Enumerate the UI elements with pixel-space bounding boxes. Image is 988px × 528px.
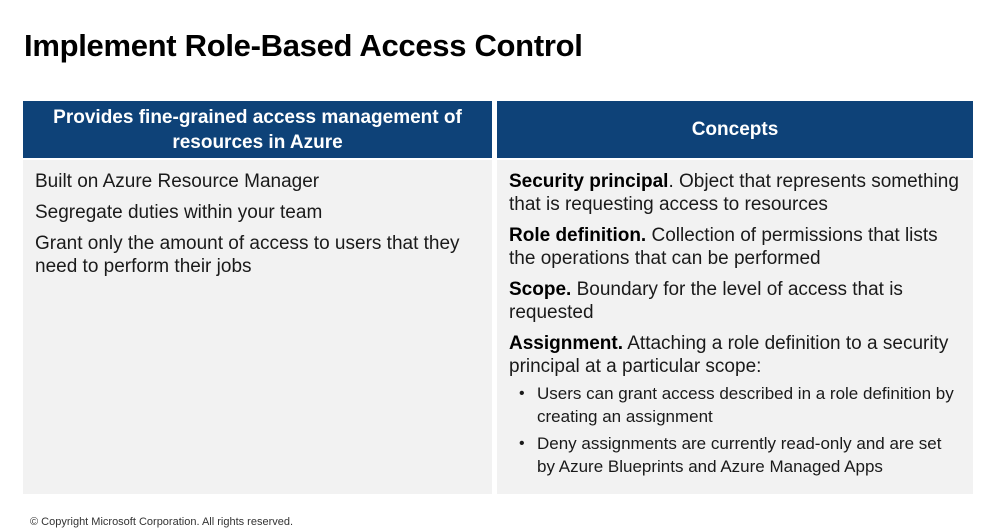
assignment-bullets: Users can grant access described in a ro… (509, 382, 961, 478)
bullet-item: Deny assignments are currently read-only… (509, 432, 961, 478)
concept-term: Security principal (509, 171, 669, 192)
concept-term: Role definition. (509, 225, 647, 246)
page-title: Implement Role-Based Access Control (24, 28, 583, 63)
concepts-header: Concepts (497, 101, 973, 158)
concept-role-definition: Role definition. Collection of permissio… (509, 224, 961, 270)
concept-term: Assignment. (509, 333, 624, 354)
features-header: Provides fine-grained access management … (23, 101, 492, 158)
features-column: Provides fine-grained access management … (23, 101, 492, 494)
concept-term: Scope. (509, 279, 572, 300)
concepts-body: Security principal. Object that represen… (497, 160, 973, 494)
features-body: Built on Azure Resource Manager Segregat… (23, 160, 492, 494)
copyright-footer: © Copyright Microsoft Corporation. All r… (30, 516, 294, 528)
feature-item: Segregate duties within your team (35, 202, 323, 223)
concept-scope: Scope. Boundary for the level of access … (509, 278, 961, 324)
bullet-item: Users can grant access described in a ro… (509, 382, 961, 428)
concepts-column: Concepts Security principal. Object that… (497, 101, 973, 494)
feature-item: Built on Azure Resource Manager (35, 171, 320, 192)
feature-item: Grant only the amount of access to users… (35, 233, 460, 277)
concept-security-principal: Security principal. Object that represen… (509, 170, 961, 216)
concept-assignment: Assignment. Attaching a role definition … (509, 332, 961, 378)
